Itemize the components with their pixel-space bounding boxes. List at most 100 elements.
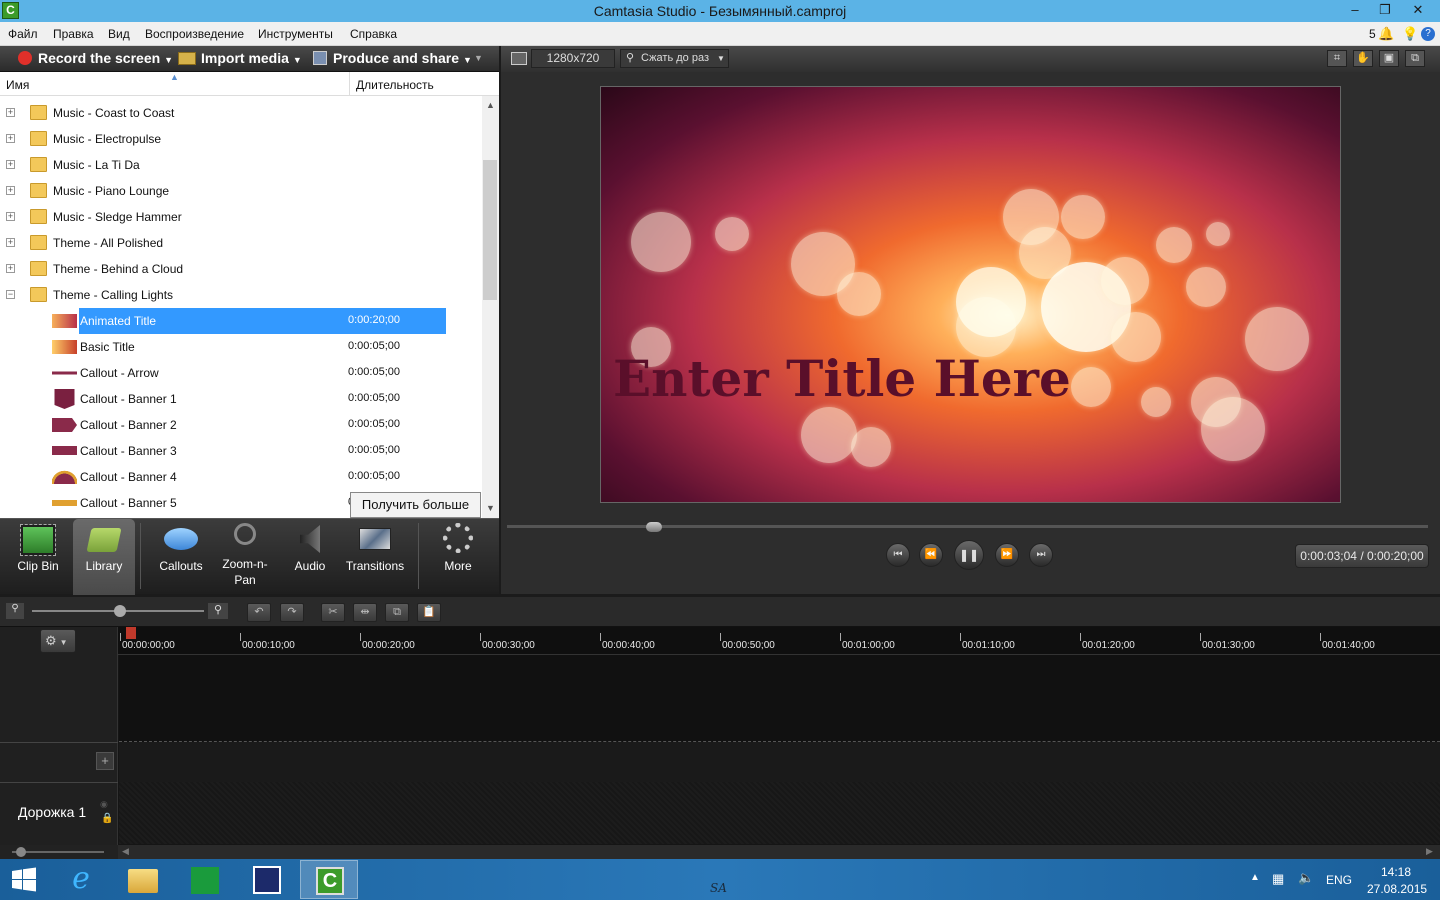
produce-share-button[interactable]: Produce and share ▼ [313,50,472,68]
taskbar-ie[interactable]: e [52,860,110,899]
library-folder-row[interactable]: + Theme - All Polished [0,230,482,256]
library-folder-row[interactable]: + Music - Coast to Coast [0,100,482,126]
column-name[interactable]: Имя [6,78,29,92]
help-icon[interactable]: ? [1421,27,1435,41]
expand-icon[interactable]: + [6,212,15,221]
library-item-row[interactable]: Callout - Banner 3 0:00:05;00 [0,438,482,464]
expand-icon[interactable]: + [6,264,15,273]
menu-tools[interactable]: Инструменты [258,27,333,41]
taskbar-store[interactable] [176,860,234,899]
scroll-right-icon[interactable]: ▶ [1426,846,1433,857]
library-item-row[interactable]: Callout - Banner 2 0:00:05;00 [0,412,482,438]
library-item-row[interactable]: Callout - Arrow 0:00:05;00 [0,360,482,386]
playhead-knob[interactable] [646,522,662,532]
scroll-down-icon[interactable]: ▼ [486,503,495,513]
library-folder-row[interactable]: + Music - Sledge Hammer [0,204,482,230]
timeline-scrollbar[interactable]: ◀ ▶ [118,845,1440,859]
bell-icon[interactable]: 🔔 [1378,26,1394,42]
preview-canvas[interactable]: Enter Title Here [600,86,1341,503]
import-media-button[interactable]: Import media ▼ [178,50,302,68]
tab-transitions[interactable]: Transitions [342,519,408,595]
menu-view[interactable]: Вид [108,27,130,41]
slider-thumb[interactable] [16,847,26,857]
menu-edit[interactable]: Правка [53,27,94,41]
hand-icon[interactable]: ✋ [1353,50,1373,67]
tab-audio[interactable]: Audio [280,519,340,595]
lightbulb-icon[interactable]: 💡 [1402,26,1418,42]
title-overlay-text[interactable]: Enter Title Here [613,349,1071,408]
menu-file[interactable]: Файл [8,27,38,41]
zoom-selector[interactable]: ⚲ Сжать до раз ▼ [620,49,729,68]
pause-button[interactable]: ❚❚ [954,540,984,570]
tab-library[interactable]: Library [73,519,135,595]
clock-time[interactable]: 14:18 [1381,865,1411,879]
library-item-row[interactable]: Animated Title 0:00:20;00 [0,308,482,334]
clock-date[interactable]: 27.08.2015 [1367,882,1427,896]
track-1-area[interactable] [119,782,1440,844]
record-screen-button[interactable]: Record the screen ▼ [18,50,173,68]
taskbar-save-app[interactable] [238,860,296,899]
volume-icon[interactable]: 🔈 [1298,870,1314,886]
library-item-row[interactable]: Callout - Banner 1 0:00:05;00 [0,386,482,412]
copy-button[interactable]: ⧉ [385,603,409,622]
library-folder-row[interactable]: − Theme - Calling Lights [0,282,482,308]
detach-icon[interactable]: ⧉ [1405,50,1425,67]
tray-chevron-icon[interactable]: ▲ [1250,872,1260,883]
library-folder-row[interactable]: + Music - Piano Lounge [0,178,482,204]
collapse-icon[interactable]: − [6,290,15,299]
crop-icon[interactable]: ⌗ [1327,50,1347,67]
eye-icon[interactable]: ◉ [100,799,108,810]
fullscreen-icon[interactable]: ▣ [1379,50,1399,67]
jump-start-button[interactable]: ⏮ [886,543,910,567]
menu-playback[interactable]: Воспроизведение [145,27,244,41]
expand-icon[interactable]: + [6,160,15,169]
get-more-tooltip[interactable]: Получить больше [350,492,481,518]
expand-icon[interactable]: + [6,186,15,195]
dimensions-icon[interactable] [511,52,527,65]
library-folder-row[interactable]: + Music - Electropulse [0,126,482,152]
library-item-row[interactable]: Basic Title 0:00:05;00 [0,334,482,360]
notification-count[interactable]: 5 [1369,27,1376,41]
menu-help[interactable]: Справка [350,27,397,41]
scrollbar-thumb[interactable] [483,160,497,300]
zoom-out-icon[interactable]: ⚲ [6,603,24,619]
resolution-selector[interactable]: 1280x720 [531,49,615,68]
redo-button[interactable]: ↷ [280,603,304,622]
cut-button[interactable]: ✂ [321,603,345,622]
library-folder-row[interactable]: + Theme - Behind a Cloud [0,256,482,282]
library-item-row[interactable]: Callout - Banner 4 0:00:05;00 [0,464,482,490]
language-indicator[interactable]: ENG [1326,873,1352,887]
gear-icon[interactable]: ⚙ ▼ [40,629,76,653]
zoom-slider-thumb[interactable] [114,605,126,617]
zoom-in-icon[interactable]: ⚲ [208,603,228,619]
start-button[interactable] [0,860,58,899]
track-empty-area[interactable] [119,655,1440,743]
column-duration[interactable]: Длительность [356,78,434,92]
playhead-marker[interactable] [126,627,136,639]
network-icon[interactable]: ▦ [1272,871,1284,887]
close-button[interactable]: ✕ [1402,0,1434,22]
scroll-up-icon[interactable]: ▲ [486,100,495,110]
add-track-button[interactable]: + [96,752,114,770]
undo-button[interactable]: ↶ [247,603,271,622]
jump-end-button[interactable]: ⏭ [1029,543,1053,567]
split-button[interactable]: ⇹ [353,603,377,622]
toolbar-overflow-icon[interactable]: ▼ [474,53,483,63]
lock-icon[interactable]: 🔒 [101,813,113,824]
taskbar-explorer[interactable] [114,860,172,899]
scroll-left-icon[interactable]: ◀ [122,846,129,857]
restore-button[interactable]: ❐ [1370,0,1400,22]
expand-icon[interactable]: + [6,134,15,143]
track-height-slider[interactable] [0,845,118,859]
taskbar-camtasia[interactable]: C [300,860,358,899]
new-track-zone[interactable] [119,742,1440,782]
rewind-button[interactable]: ⏪ [919,543,943,567]
paste-button[interactable]: 📋 [417,603,441,622]
expand-icon[interactable]: + [6,238,15,247]
track-1-label[interactable]: Дорожка 1 [18,804,86,820]
tab-zoom-n-pan[interactable]: Zoom-n-Pan [214,519,276,595]
tab-clip-bin[interactable]: Clip Bin [4,519,72,595]
expand-icon[interactable]: + [6,108,15,117]
minimize-button[interactable]: – [1340,0,1370,22]
library-folder-row[interactable]: + Music - La Ti Da [0,152,482,178]
